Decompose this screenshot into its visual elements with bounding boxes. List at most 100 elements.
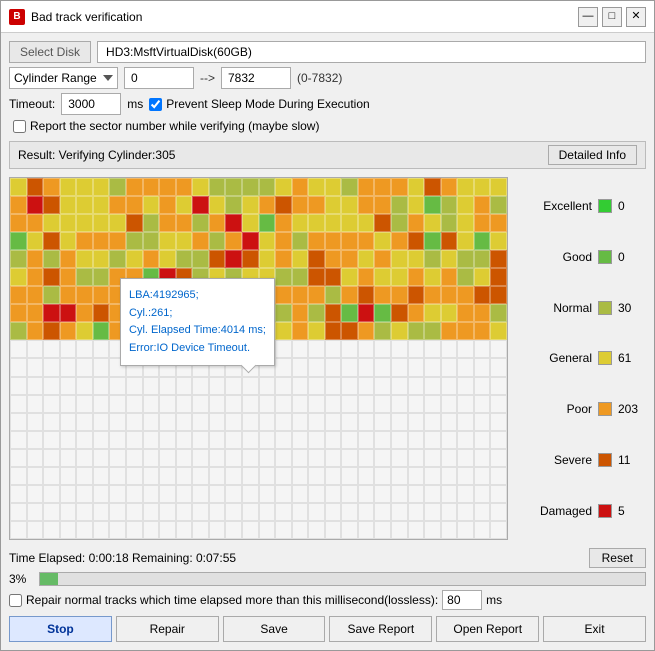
grid-cell[interactable] [341, 250, 358, 268]
grid-cell[interactable] [126, 214, 143, 232]
grid-cell[interactable] [275, 232, 292, 250]
grid-cell[interactable] [474, 431, 491, 449]
grid-cell[interactable] [27, 250, 44, 268]
grid-cell[interactable] [143, 467, 160, 485]
grid-cell[interactable] [93, 196, 110, 214]
grid-cell[interactable] [308, 250, 325, 268]
grid-cell[interactable] [275, 268, 292, 286]
grid-cell[interactable] [43, 304, 60, 322]
grid-cell[interactable] [176, 413, 193, 431]
grid-cell[interactable] [424, 431, 441, 449]
grid-cell[interactable] [275, 413, 292, 431]
grid-cell[interactable] [242, 250, 259, 268]
grid-cell[interactable] [275, 485, 292, 503]
grid-cell[interactable] [391, 467, 408, 485]
grid-cell[interactable] [358, 232, 375, 250]
grid-cell[interactable] [474, 178, 491, 196]
grid-cell[interactable] [325, 196, 342, 214]
grid-cell[interactable] [27, 340, 44, 358]
grid-cell[interactable] [457, 395, 474, 413]
grid-cell[interactable] [176, 322, 193, 340]
grid-cell[interactable] [209, 503, 226, 521]
grid-cell[interactable] [341, 196, 358, 214]
grid-cell[interactable] [325, 485, 342, 503]
grid-cell[interactable] [308, 214, 325, 232]
grid-cell[interactable] [43, 377, 60, 395]
grid-cell[interactable] [374, 232, 391, 250]
grid-cell[interactable] [325, 268, 342, 286]
grid-cell[interactable] [109, 178, 126, 196]
grid-cell[interactable] [159, 268, 176, 286]
grid-cell[interactable] [308, 485, 325, 503]
grid-cell[interactable] [60, 304, 77, 322]
grid-cell[interactable] [76, 340, 93, 358]
grid-cell[interactable] [10, 503, 27, 521]
grid-cell[interactable] [192, 413, 209, 431]
grid-cell[interactable] [391, 485, 408, 503]
grid-cell[interactable] [424, 413, 441, 431]
grid-cell[interactable] [109, 358, 126, 376]
grid-cell[interactable] [126, 196, 143, 214]
grid-cell[interactable] [27, 178, 44, 196]
grid-cell[interactable] [408, 485, 425, 503]
grid-cell[interactable] [192, 268, 209, 286]
grid-cell[interactable] [308, 521, 325, 539]
grid-cell[interactable] [292, 340, 309, 358]
grid-cell[interactable] [275, 322, 292, 340]
grid-cell[interactable] [474, 286, 491, 304]
grid-cell[interactable] [192, 467, 209, 485]
grid-cell[interactable] [374, 503, 391, 521]
grid-cell[interactable] [308, 286, 325, 304]
grid-cell[interactable] [424, 395, 441, 413]
grid-cell[interactable] [43, 431, 60, 449]
grid-cell[interactable] [424, 286, 441, 304]
grid-cell[interactable] [143, 431, 160, 449]
grid-cell[interactable] [292, 304, 309, 322]
grid-cell[interactable] [10, 268, 27, 286]
grid-cell[interactable] [76, 268, 93, 286]
grid-cell[interactable] [10, 178, 27, 196]
grid-cell[interactable] [43, 196, 60, 214]
grid-cell[interactable] [225, 304, 242, 322]
grid-cell[interactable] [490, 286, 507, 304]
grid-cell[interactable] [93, 503, 110, 521]
grid-cell[interactable] [341, 431, 358, 449]
grid-cell[interactable] [93, 250, 110, 268]
grid-cell[interactable] [27, 413, 44, 431]
grid-cell[interactable] [209, 467, 226, 485]
grid-cell[interactable] [93, 358, 110, 376]
grid-cell[interactable] [176, 214, 193, 232]
grid-cell[interactable] [424, 268, 441, 286]
grid-cell[interactable] [43, 322, 60, 340]
grid-cell[interactable] [76, 503, 93, 521]
grid-cell[interactable] [358, 503, 375, 521]
grid-cell[interactable] [474, 503, 491, 521]
grid-cell[interactable] [341, 232, 358, 250]
grid-cell[interactable] [60, 196, 77, 214]
grid-cell[interactable] [43, 178, 60, 196]
grid-cell[interactable] [93, 413, 110, 431]
grid-cell[interactable] [225, 268, 242, 286]
grid-cell[interactable] [292, 250, 309, 268]
grid-cell[interactable] [176, 340, 193, 358]
grid-cell[interactable] [308, 340, 325, 358]
grid-cell[interactable] [441, 304, 458, 322]
range-end-input[interactable] [221, 67, 291, 89]
grid-cell[interactable] [474, 521, 491, 539]
grid-cell[interactable] [10, 340, 27, 358]
grid-cell[interactable] [176, 467, 193, 485]
grid-cell[interactable] [209, 521, 226, 539]
grid-cell[interactable] [259, 449, 276, 467]
grid-cell[interactable] [374, 485, 391, 503]
grid-cell[interactable] [490, 268, 507, 286]
grid-cell[interactable] [474, 304, 491, 322]
grid-cell[interactable] [259, 268, 276, 286]
grid-cell[interactable] [490, 377, 507, 395]
grid-cell[interactable] [408, 268, 425, 286]
grid-cell[interactable] [325, 232, 342, 250]
grid-cell[interactable] [391, 377, 408, 395]
grid-cell[interactable] [391, 358, 408, 376]
grid-cell[interactable] [474, 358, 491, 376]
grid-cell[interactable] [242, 413, 259, 431]
grid-cell[interactable] [441, 286, 458, 304]
